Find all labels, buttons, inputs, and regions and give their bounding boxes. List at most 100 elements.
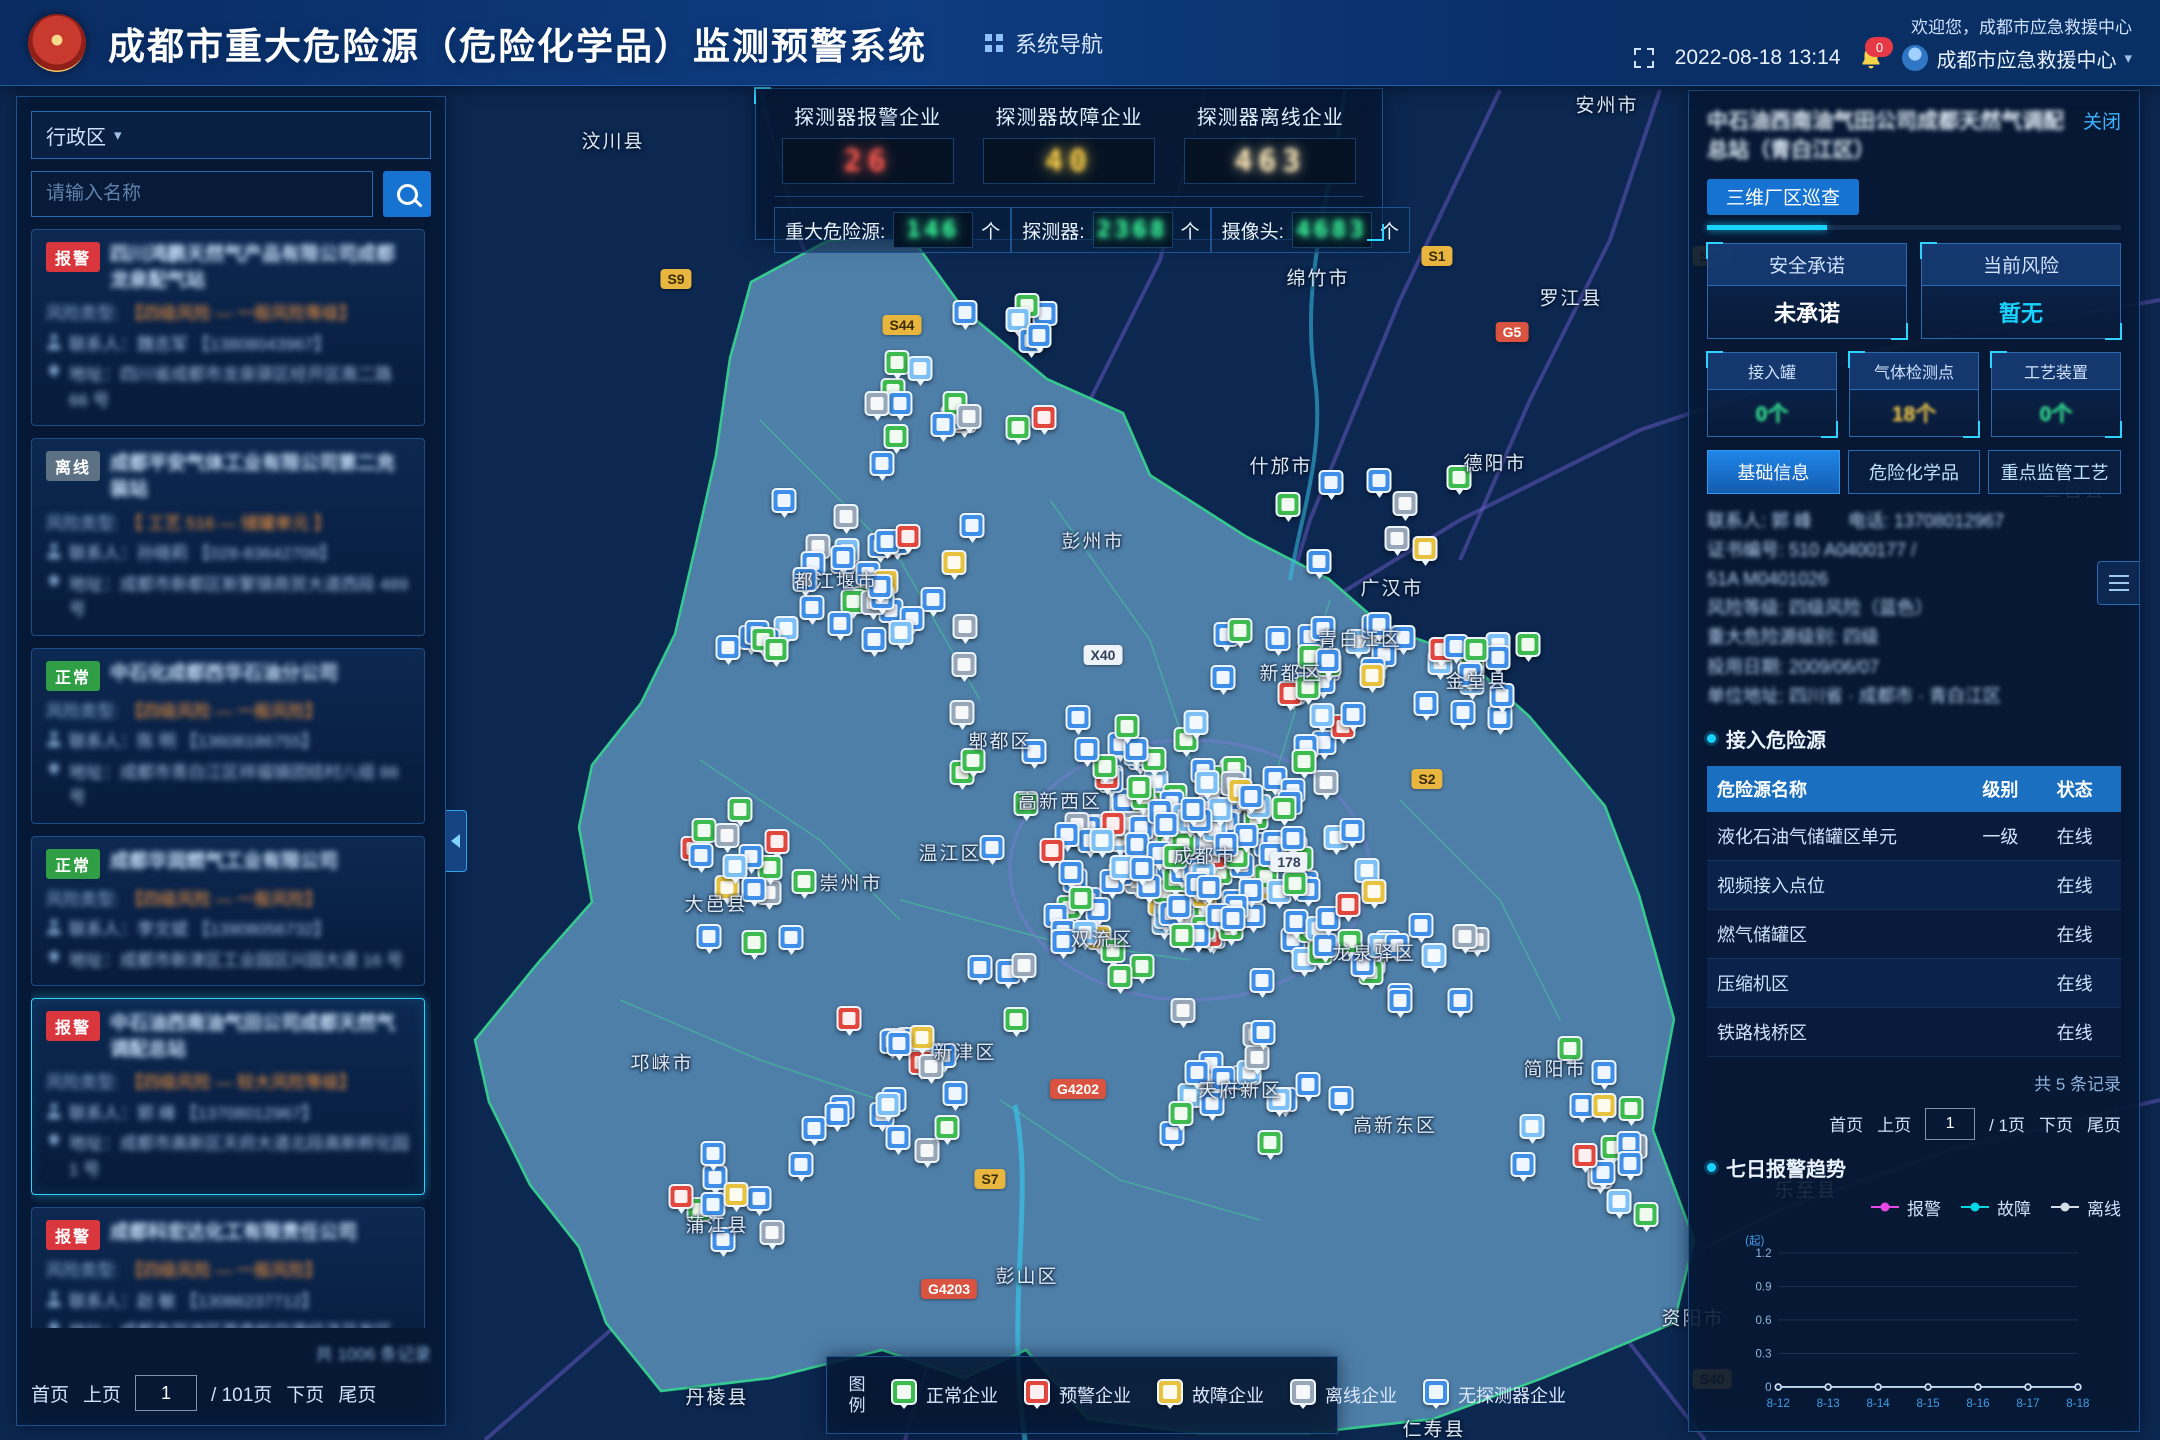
map-marker[interactable] bbox=[1319, 470, 1344, 495]
company-card[interactable]: 正常 成都华润燃气工业有限公司 风险类型: 【四级风险 — 一般风险】 联系人：… bbox=[31, 836, 425, 987]
map-marker[interactable] bbox=[1414, 691, 1439, 716]
notifications-button[interactable]: 0 bbox=[1860, 46, 1882, 70]
map-marker[interactable] bbox=[716, 635, 741, 660]
map-marker[interactable] bbox=[1211, 665, 1236, 690]
map-marker[interactable] bbox=[1251, 1020, 1276, 1045]
map-marker[interactable] bbox=[1592, 1060, 1617, 1085]
map-marker[interactable] bbox=[1200, 1091, 1225, 1116]
detail-tab[interactable]: 基础信息 bbox=[1707, 450, 1840, 494]
map-marker[interactable] bbox=[953, 300, 978, 325]
detail-first-page[interactable]: 首页 bbox=[1829, 1111, 1863, 1136]
map-marker[interactable] bbox=[1171, 998, 1196, 1023]
map-marker[interactable] bbox=[1607, 1189, 1632, 1214]
map-marker[interactable] bbox=[1520, 1114, 1545, 1139]
map-marker[interactable] bbox=[669, 1184, 694, 1209]
map-marker[interactable] bbox=[1360, 663, 1385, 688]
map-marker[interactable] bbox=[1115, 714, 1140, 739]
fullscreen-icon[interactable] bbox=[1633, 47, 1655, 69]
map-marker[interactable] bbox=[1101, 938, 1126, 963]
map-marker[interactable] bbox=[1059, 860, 1084, 885]
map-marker[interactable] bbox=[789, 1152, 814, 1177]
map-marker[interactable] bbox=[1367, 468, 1392, 493]
map-marker[interactable] bbox=[1258, 1130, 1283, 1155]
map-marker[interactable] bbox=[1362, 879, 1387, 904]
detail-last-page[interactable]: 尾页 bbox=[2087, 1111, 2121, 1136]
map-marker[interactable] bbox=[760, 1220, 785, 1245]
map-marker[interactable] bbox=[1292, 749, 1317, 774]
map-marker[interactable] bbox=[952, 652, 977, 677]
map-marker[interactable] bbox=[1516, 632, 1541, 657]
first-page-button[interactable]: 首页 bbox=[31, 1380, 69, 1407]
map-marker[interactable] bbox=[1276, 492, 1301, 517]
map-marker[interactable] bbox=[935, 1115, 960, 1140]
map-marker[interactable] bbox=[1558, 1036, 1583, 1061]
map-marker[interactable] bbox=[886, 1125, 911, 1150]
map-marker[interactable] bbox=[884, 424, 909, 449]
map-marker[interactable] bbox=[931, 412, 956, 437]
region-select[interactable]: 行政区 ▾ bbox=[31, 111, 431, 159]
map-marker[interactable] bbox=[957, 404, 982, 429]
map-marker[interactable] bbox=[1169, 1101, 1194, 1126]
map-marker[interactable] bbox=[728, 797, 753, 822]
detail-prev-page[interactable]: 上页 bbox=[1877, 1111, 1911, 1136]
map-marker[interactable] bbox=[868, 574, 893, 599]
map-marker[interactable] bbox=[779, 925, 804, 950]
map-marker[interactable] bbox=[697, 924, 722, 949]
map-marker[interactable] bbox=[1314, 770, 1339, 795]
map-marker[interactable] bbox=[1453, 924, 1478, 949]
map-marker[interactable] bbox=[1281, 826, 1306, 851]
3d-tour-button[interactable]: 三维厂区巡查 bbox=[1707, 179, 1859, 215]
detail-page-input[interactable] bbox=[1925, 1108, 1975, 1140]
map-marker[interactable] bbox=[1221, 906, 1246, 931]
map-marker[interactable] bbox=[711, 1227, 736, 1252]
map-marker[interactable] bbox=[1336, 892, 1361, 917]
map-marker[interactable] bbox=[828, 611, 853, 636]
map-marker[interactable] bbox=[1032, 405, 1057, 430]
map-marker[interactable] bbox=[1167, 894, 1192, 919]
map-marker[interactable] bbox=[968, 955, 993, 980]
map-marker[interactable] bbox=[865, 391, 890, 416]
map-marker[interactable] bbox=[1051, 929, 1076, 954]
map-marker[interactable] bbox=[876, 1092, 901, 1117]
map-marker[interactable] bbox=[1340, 818, 1365, 843]
map-marker[interactable] bbox=[960, 513, 985, 538]
map-marker[interactable] bbox=[764, 637, 789, 662]
map-marker[interactable] bbox=[919, 1054, 944, 1079]
map-marker[interactable] bbox=[1316, 648, 1341, 673]
map-marker[interactable] bbox=[742, 877, 767, 902]
map-marker[interactable] bbox=[1413, 536, 1438, 561]
map-marker[interactable] bbox=[1040, 838, 1065, 863]
map-marker[interactable] bbox=[1367, 612, 1392, 637]
map-marker[interactable] bbox=[1511, 1152, 1536, 1177]
map-marker[interactable] bbox=[1181, 797, 1206, 822]
search-button[interactable] bbox=[383, 171, 431, 217]
map-marker[interactable] bbox=[1250, 968, 1275, 993]
company-card[interactable]: 离线 成都平安气体工业有限公司第二充装站 风险类型: 【 工艺 516 — 储罐… bbox=[31, 438, 425, 635]
map-marker[interactable] bbox=[701, 1192, 726, 1217]
map-marker[interactable] bbox=[943, 1081, 968, 1106]
map-marker[interactable] bbox=[1130, 954, 1155, 979]
map-marker[interactable] bbox=[825, 1102, 850, 1127]
hazard-row[interactable]: 压缩机区 在线 bbox=[1707, 958, 2121, 1007]
company-card[interactable]: 报警 中石油西南油气田公司成都天然气调配总站 风险类型: 【四级风险 — 较大风… bbox=[31, 998, 425, 1195]
map-marker[interactable] bbox=[1195, 770, 1220, 795]
map-marker[interactable] bbox=[1307, 549, 1332, 574]
map-marker[interactable] bbox=[1310, 703, 1335, 728]
map-marker[interactable] bbox=[772, 488, 797, 513]
map-marker[interactable] bbox=[1239, 784, 1264, 809]
hazard-row[interactable]: 燃气储罐区 在线 bbox=[1707, 909, 2121, 958]
map-marker[interactable] bbox=[1012, 953, 1037, 978]
map-marker[interactable] bbox=[1090, 828, 1115, 853]
map-marker[interactable] bbox=[1388, 988, 1413, 1013]
map-marker[interactable] bbox=[1127, 775, 1152, 800]
map-marker[interactable] bbox=[1163, 844, 1188, 869]
map-marker[interactable] bbox=[1214, 832, 1239, 857]
map-marker[interactable] bbox=[908, 356, 933, 381]
user-menu[interactable]: 成都市应急救援中心 ▾ bbox=[1902, 44, 2132, 73]
map-marker[interactable] bbox=[1266, 626, 1291, 651]
company-card[interactable]: 报警 成都科宏达化工有限责任公司 风险类型: 【四级风险 — 一般风险】 联系人… bbox=[31, 1207, 425, 1328]
page-number-input[interactable] bbox=[135, 1375, 197, 1411]
map-marker[interactable] bbox=[834, 504, 859, 529]
map-marker[interactable] bbox=[1447, 465, 1472, 490]
expand-info-button[interactable] bbox=[2097, 561, 2140, 605]
